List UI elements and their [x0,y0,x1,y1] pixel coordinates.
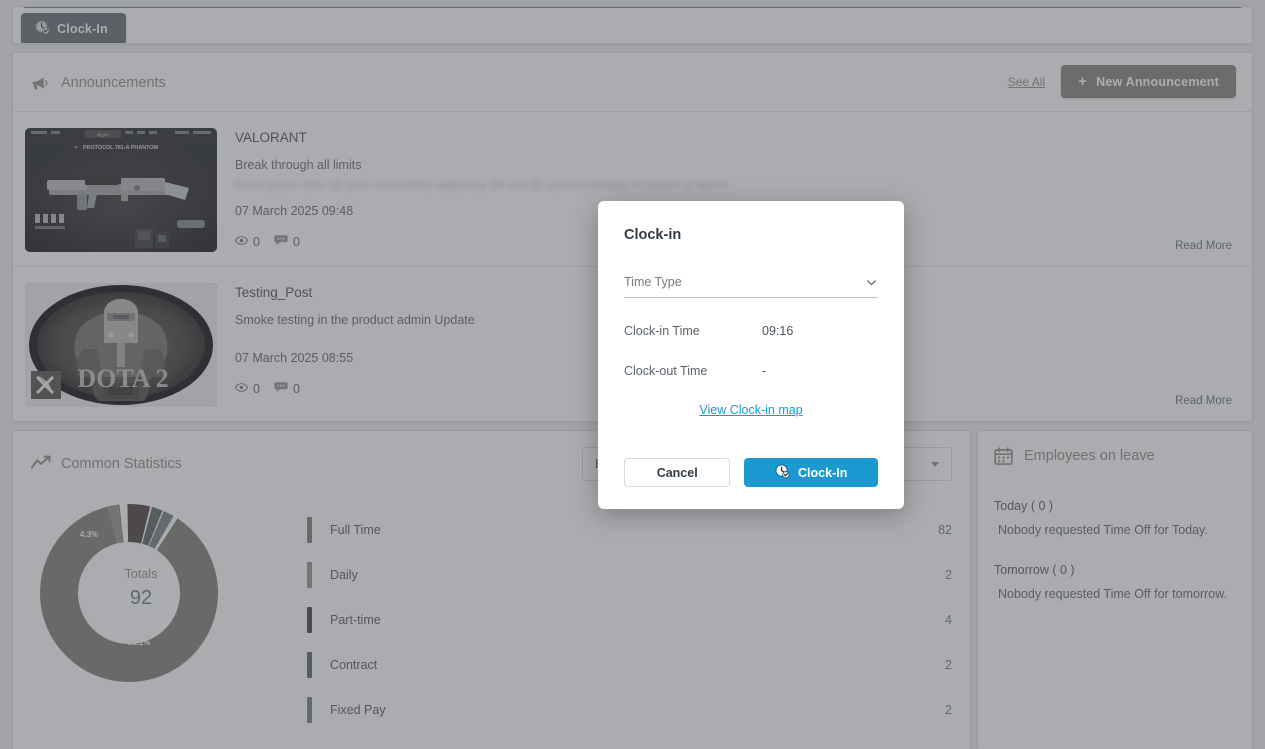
modal-footer: Cancel Clock-In [598,458,904,509]
clockin-time-value: 09:16 [762,324,793,338]
clockout-time-label: Clock-out Time [624,364,762,378]
modal-body: Time Type Clock-in Time 09:16 Clock-out … [598,243,904,458]
modal-title: Clock-in [598,201,904,243]
cancel-button[interactable]: Cancel [624,458,730,487]
chevron-down-icon [865,276,878,289]
clock-check-icon [775,464,790,482]
confirm-clockin-label: Clock-In [798,466,847,480]
clockin-time-label: Clock-in Time [624,324,762,338]
clockin-modal: Clock-in Time Type Clock-in Time 09:16 C… [598,201,904,509]
time-type-placeholder: Time Type [624,275,682,289]
clockout-time-value: - [762,364,766,378]
view-clockin-map-link[interactable]: View Clock-in map [624,403,878,417]
time-type-select[interactable]: Time Type [624,275,878,298]
page-root: Clock-In Announcements See All [0,0,1265,749]
clockout-time-row: Clock-out Time - [624,364,878,378]
confirm-clockin-button[interactable]: Clock-In [744,458,878,487]
clockin-time-row: Clock-in Time 09:16 [624,324,878,338]
